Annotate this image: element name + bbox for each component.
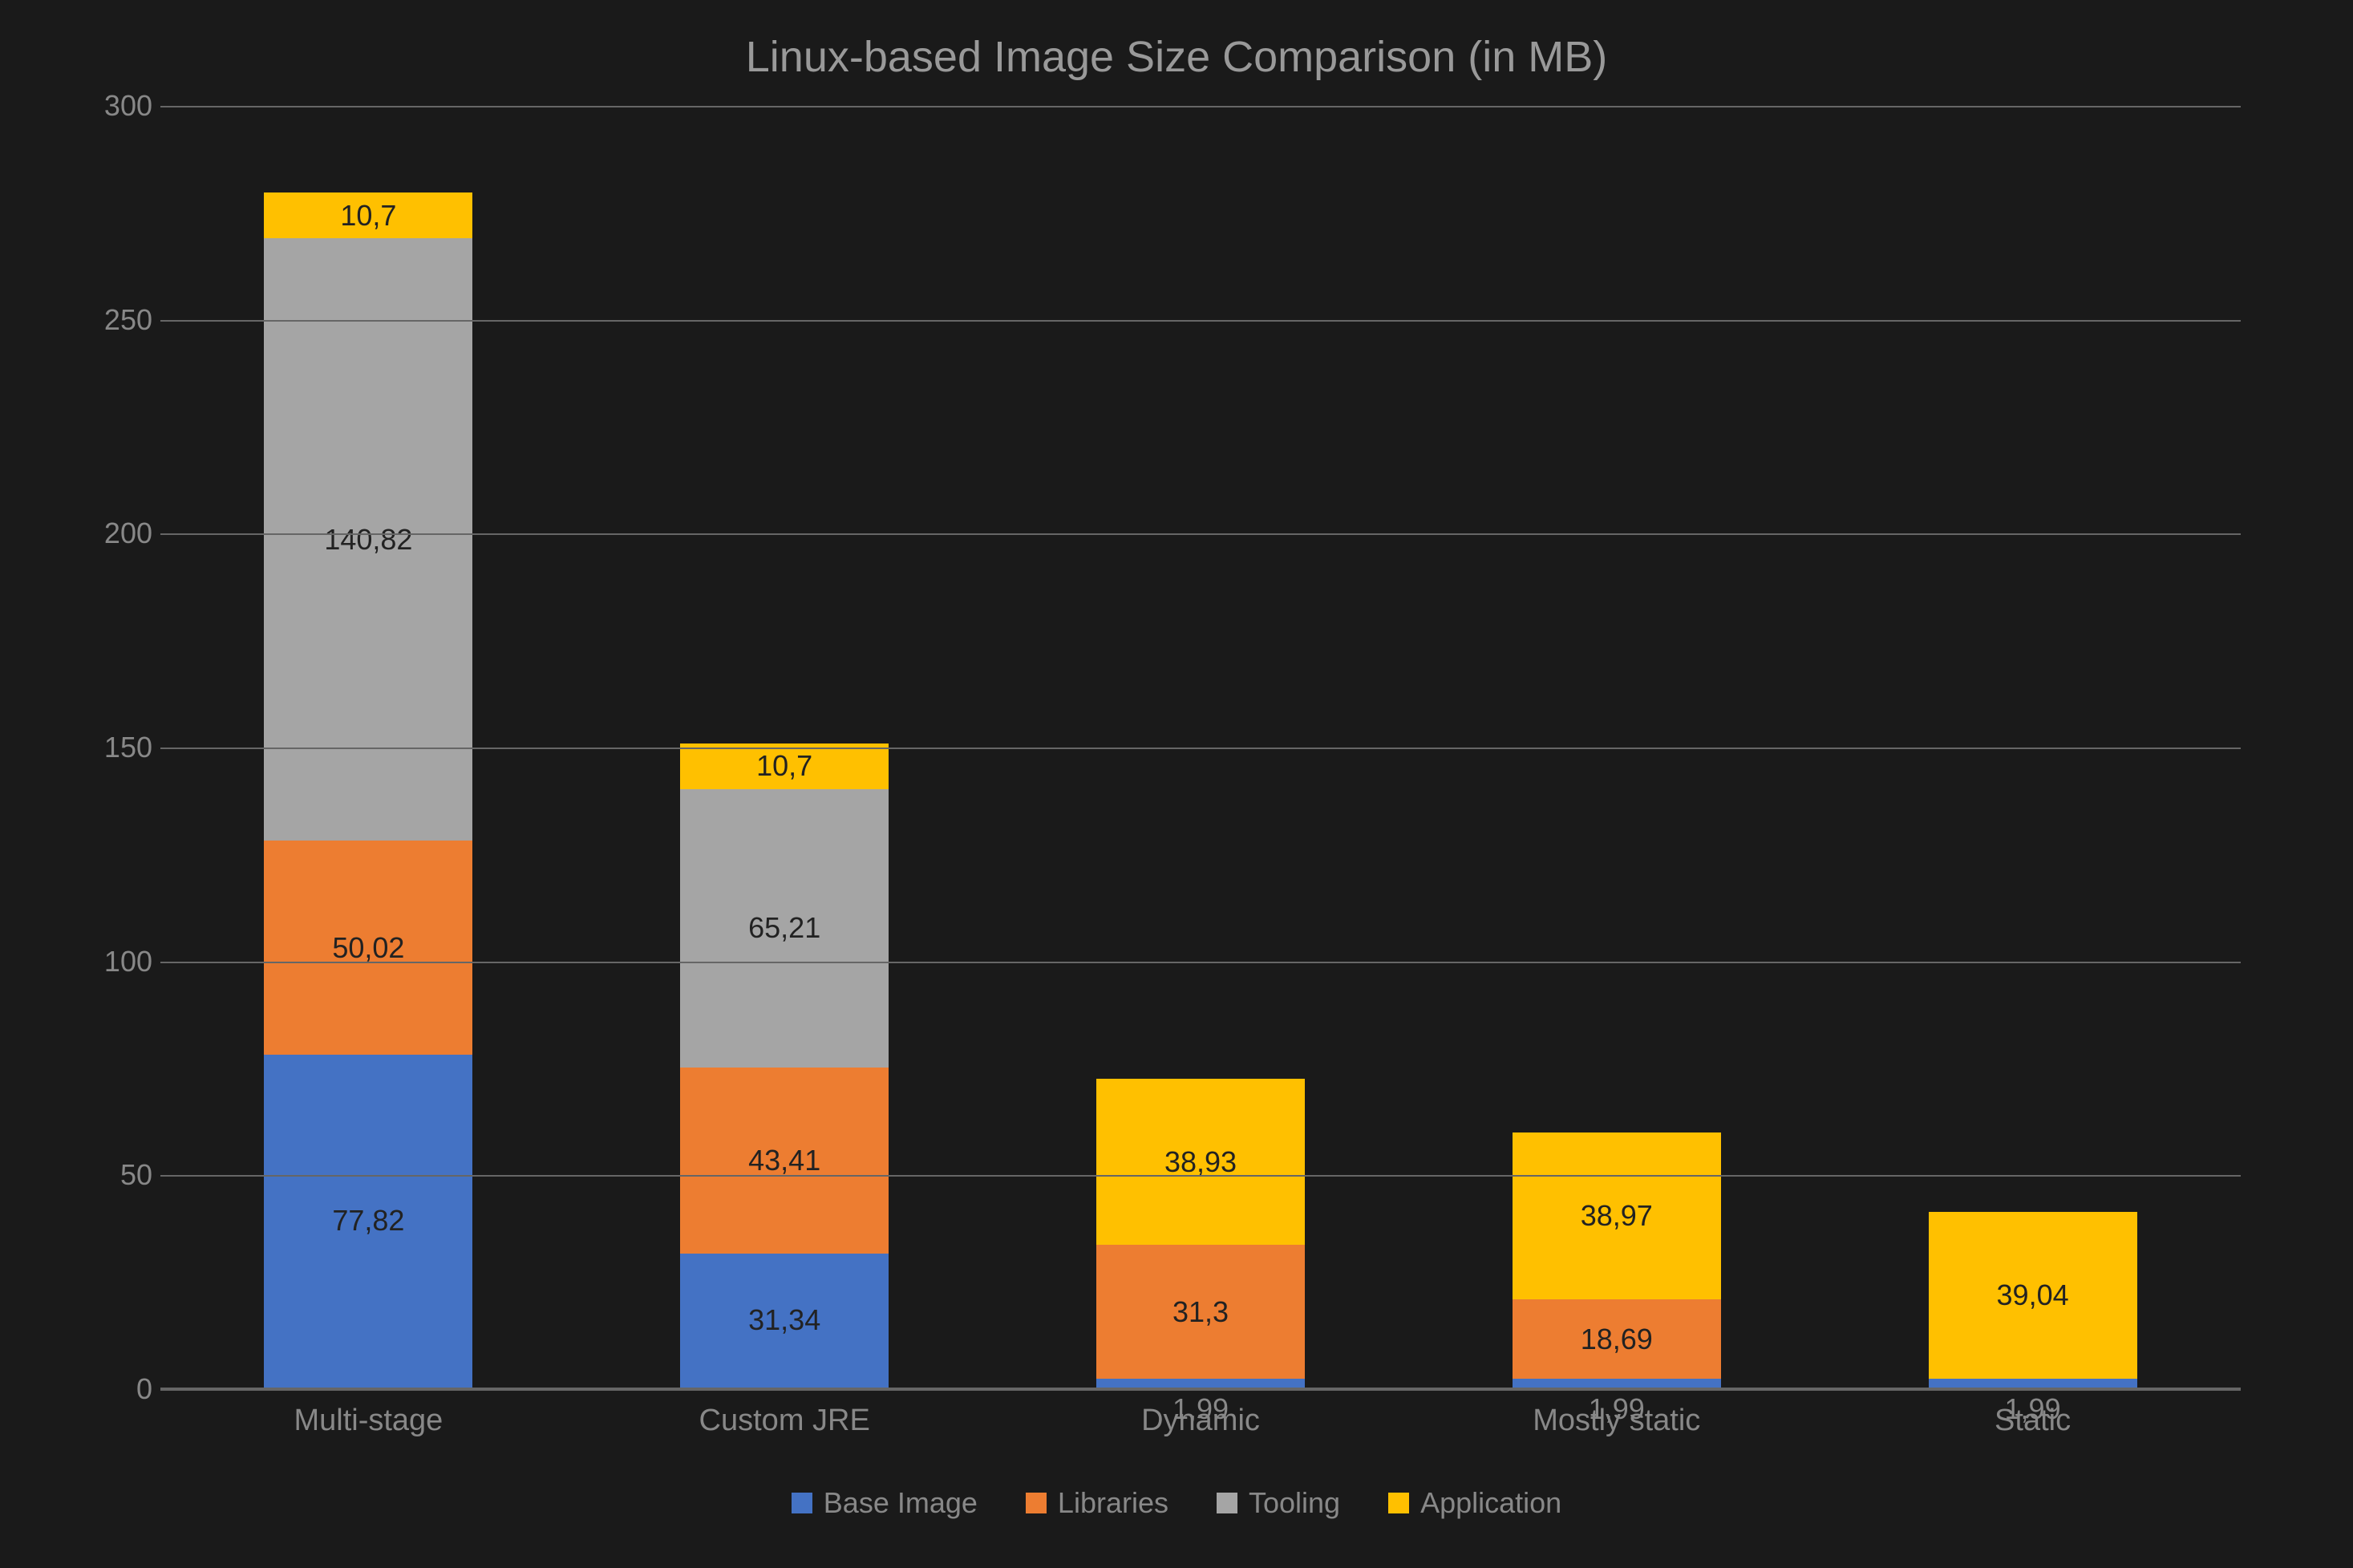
legend-item: Application bbox=[1388, 1486, 1561, 1520]
plot-region: 77,82 50,02 140,82 10,7 31,34 43,41 65,21 10,7 1… bbox=[160, 106, 2241, 1389]
x-axis-labels: Multi-stage Custom JRE Dynamic Mostly stati… bbox=[160, 1404, 2241, 1438]
bar-segment-libraries: 50,02 bbox=[264, 841, 472, 1055]
bar-segment-libraries: 43,41 bbox=[680, 1068, 889, 1254]
gridline bbox=[160, 106, 2241, 107]
y-tick-label: 300 bbox=[88, 89, 152, 123]
x-tick-label: Custom JRE bbox=[597, 1404, 972, 1438]
bar-group: 1,99 31,3 38,93 bbox=[1014, 106, 1388, 1388]
bar-column: 1,99 31,3 38,93 bbox=[1096, 1079, 1305, 1388]
gridline bbox=[160, 1175, 2241, 1177]
gridline bbox=[160, 1389, 2241, 1391]
legend-swatch bbox=[792, 1493, 812, 1513]
bar-value-label: 65,21 bbox=[748, 911, 820, 945]
bar-value-label: 10,7 bbox=[340, 199, 396, 233]
bar-segment-tooling: 140,82 bbox=[264, 238, 472, 841]
bar-value-label: 10,7 bbox=[756, 749, 812, 783]
y-tick-label: 200 bbox=[88, 517, 152, 550]
bar-segment-base-image: 1,99 bbox=[1929, 1379, 2137, 1388]
gridline bbox=[160, 748, 2241, 749]
y-tick-label: 50 bbox=[88, 1158, 152, 1192]
x-tick-label: Mostly static bbox=[1429, 1404, 1804, 1438]
bar-value-label: 31,34 bbox=[748, 1303, 820, 1337]
legend-swatch bbox=[1217, 1493, 1237, 1513]
chart-container: Linux-based Image Size Comparison (in MB… bbox=[0, 0, 2353, 1568]
legend-label: Tooling bbox=[1249, 1486, 1340, 1520]
bar-segment-application: 38,93 bbox=[1096, 1079, 1305, 1246]
gridline bbox=[160, 962, 2241, 963]
bar-group: 77,82 50,02 140,82 10,7 bbox=[181, 106, 556, 1388]
x-tick-label: Multi-stage bbox=[181, 1404, 556, 1438]
legend: Base Image Libraries Tooling Application bbox=[96, 1486, 2257, 1520]
bar-segment-application: 39,04 bbox=[1929, 1212, 2137, 1379]
legend-label: Base Image bbox=[824, 1486, 978, 1520]
bar-segment-application: 38,97 bbox=[1513, 1132, 1721, 1299]
bar-segment-base-image: 77,82 bbox=[264, 1055, 472, 1388]
bar-group: 1,99 39,04 bbox=[1845, 106, 2220, 1388]
gridline bbox=[160, 320, 2241, 322]
bar-value-label: 39,04 bbox=[1997, 1278, 2069, 1312]
bar-value-label: 77,82 bbox=[332, 1204, 404, 1238]
bar-value-label: 43,41 bbox=[748, 1144, 820, 1177]
bar-column: 1,99 39,04 bbox=[1929, 1212, 2137, 1388]
bar-segment-application: 10,7 bbox=[264, 192, 472, 238]
bar-segment-base-image: 31,34 bbox=[680, 1254, 889, 1388]
bar-value-label: 31,3 bbox=[1172, 1295, 1229, 1329]
gridline bbox=[160, 533, 2241, 535]
bar-segment-libraries: 31,3 bbox=[1096, 1245, 1305, 1379]
bar-column: 31,34 43,41 65,21 10,7 bbox=[680, 743, 889, 1388]
y-tick-label: 100 bbox=[88, 945, 152, 978]
legend-item: Tooling bbox=[1217, 1486, 1340, 1520]
legend-swatch bbox=[1026, 1493, 1047, 1513]
bar-value-label: 50,02 bbox=[332, 931, 404, 965]
chart-title: Linux-based Image Size Comparison (in MB… bbox=[96, 32, 2257, 82]
bar-segment-libraries: 18,69 bbox=[1513, 1299, 1721, 1380]
y-tick-label: 0 bbox=[88, 1372, 152, 1406]
bar-group: 31,34 43,41 65,21 10,7 bbox=[597, 106, 972, 1388]
legend-label: Libraries bbox=[1058, 1486, 1168, 1520]
bar-value-label: 38,97 bbox=[1581, 1199, 1653, 1233]
x-tick-label: Static bbox=[1845, 1404, 2220, 1438]
bars-row: 77,82 50,02 140,82 10,7 31,34 43,41 65,21 10,7 1… bbox=[160, 106, 2241, 1388]
bar-segment-application: 10,7 bbox=[680, 743, 889, 789]
bar-segment-base-image: 1,99 bbox=[1513, 1379, 1721, 1388]
y-tick-label: 250 bbox=[88, 303, 152, 337]
legend-item: Libraries bbox=[1026, 1486, 1168, 1520]
legend-swatch bbox=[1388, 1493, 1409, 1513]
legend-item: Base Image bbox=[792, 1486, 978, 1520]
x-tick-label: Dynamic bbox=[1014, 1404, 1388, 1438]
bar-segment-tooling: 65,21 bbox=[680, 789, 889, 1068]
bar-group: 1,99 18,69 38,97 bbox=[1429, 106, 1804, 1388]
bar-column: 1,99 18,69 38,97 bbox=[1513, 1132, 1721, 1388]
bar-column: 77,82 50,02 140,82 10,7 bbox=[264, 192, 472, 1388]
legend-label: Application bbox=[1420, 1486, 1561, 1520]
bar-value-label: 18,69 bbox=[1581, 1323, 1653, 1356]
y-tick-label: 150 bbox=[88, 731, 152, 764]
bar-segment-base-image: 1,99 bbox=[1096, 1379, 1305, 1388]
bar-value-label: 140,82 bbox=[324, 523, 412, 557]
bar-value-label: 38,93 bbox=[1164, 1145, 1237, 1179]
